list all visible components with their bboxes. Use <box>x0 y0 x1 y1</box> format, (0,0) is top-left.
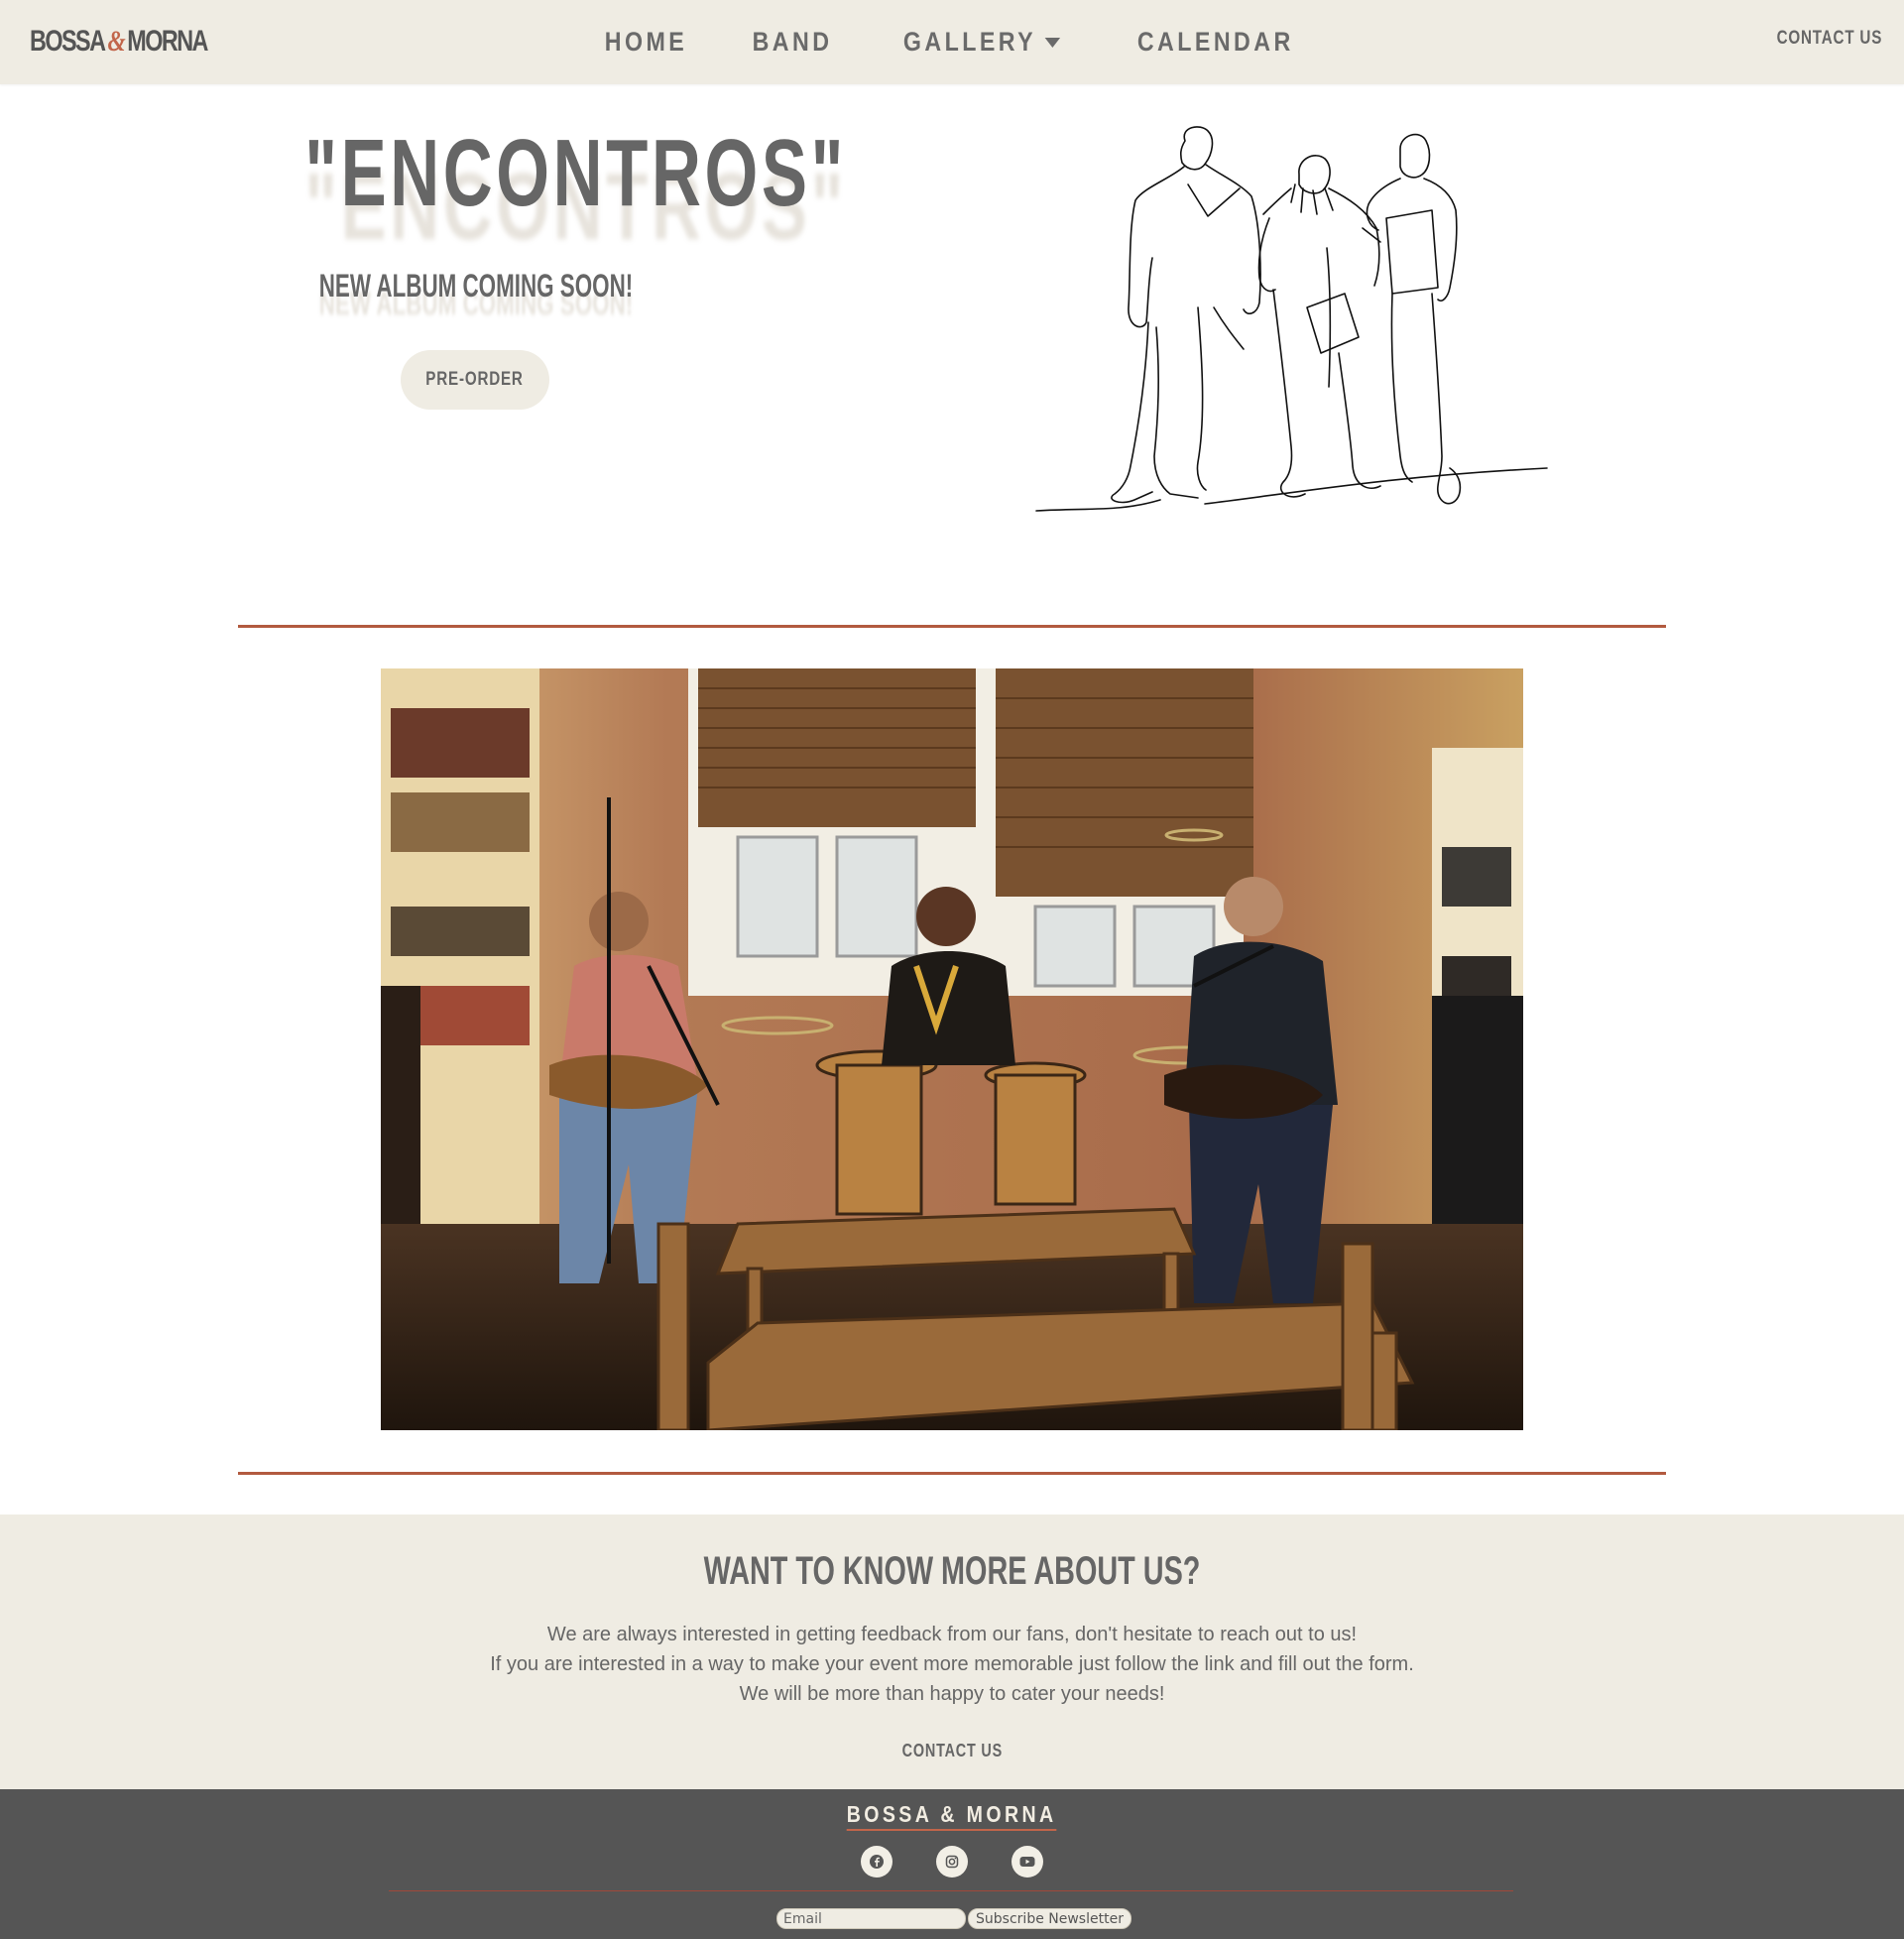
band-photo-illustration <box>381 668 1523 1430</box>
subscribe-newsletter-button[interactable]: Subscribe Newsletter <box>968 1908 1131 1929</box>
preorder-label: PRE-ORDER <box>425 369 525 390</box>
about-line-2: If you are interested in a way to make y… <box>490 1653 1414 1675</box>
footer-brand: BOSSA & MORNA <box>0 1801 1904 1831</box>
hero-text-block: "ENCONTROS" "ENCONTROS" NEW ALBUM COMING… <box>238 119 847 410</box>
about-line-3: We will be more than happy to cater your… <box>739 1683 1165 1705</box>
youtube-icon[interactable] <box>1012 1846 1043 1878</box>
album-title-text: "ENCONTROS" <box>304 120 847 226</box>
youtube-glyph <box>1019 1857 1035 1867</box>
nav-gallery-label: GALLERY <box>902 27 1036 57</box>
band-line-drawing <box>1035 126 1548 512</box>
nav-calendar[interactable]: CALENDAR <box>1137 27 1294 58</box>
band-photo <box>381 668 1523 1430</box>
about-title: WANT TO KNOW MORE ABOUT US? <box>703 1549 1201 1593</box>
album-subtitle: NEW ALBUM COMING SOON! NEW ALBUM COMING … <box>238 268 714 337</box>
chevron-down-icon <box>1044 37 1060 48</box>
about-section: WANT TO KNOW MORE ABOUT US? We are alway… <box>0 1515 1904 1789</box>
facebook-glyph <box>870 1855 884 1869</box>
about-text: We are always interested in getting feed… <box>0 1620 1904 1709</box>
instagram-icon[interactable] <box>936 1846 968 1878</box>
footer-rule <box>389 1890 1513 1891</box>
section-divider-top <box>238 625 1666 628</box>
about-line-1: We are always interested in getting feed… <box>546 1624 1358 1645</box>
about-contact-link: CONTACT US <box>0 1741 1904 1761</box>
section-divider-bottom <box>238 1472 1666 1475</box>
facebook-icon[interactable] <box>861 1846 892 1878</box>
nav-band[interactable]: BAND <box>752 27 832 58</box>
nav-contact-us[interactable]: CONTACT US <box>1776 28 1882 50</box>
album-title: "ENCONTROS" "ENCONTROS" <box>238 119 847 260</box>
navbar: BOSSA & MORNA HOME BAND GALLERY CALENDAR… <box>0 0 1904 84</box>
preorder-button[interactable]: PRE-ORDER <box>401 350 549 410</box>
footer-brand-link[interactable]: BOSSA & MORNA <box>847 1801 1057 1831</box>
nav-home[interactable]: HOME <box>605 27 687 58</box>
newsletter-email-input[interactable] <box>776 1908 966 1929</box>
nav-links: HOME BAND GALLERY CALENDAR <box>0 0 1904 84</box>
nav-gallery-dropdown[interactable]: GALLERY <box>903 27 1060 58</box>
instagram-glyph <box>945 1855 959 1869</box>
album-subtitle-text: NEW ALBUM COMING SOON! <box>318 268 634 303</box>
about-contact-us-link[interactable]: CONTACT US <box>901 1741 1002 1761</box>
